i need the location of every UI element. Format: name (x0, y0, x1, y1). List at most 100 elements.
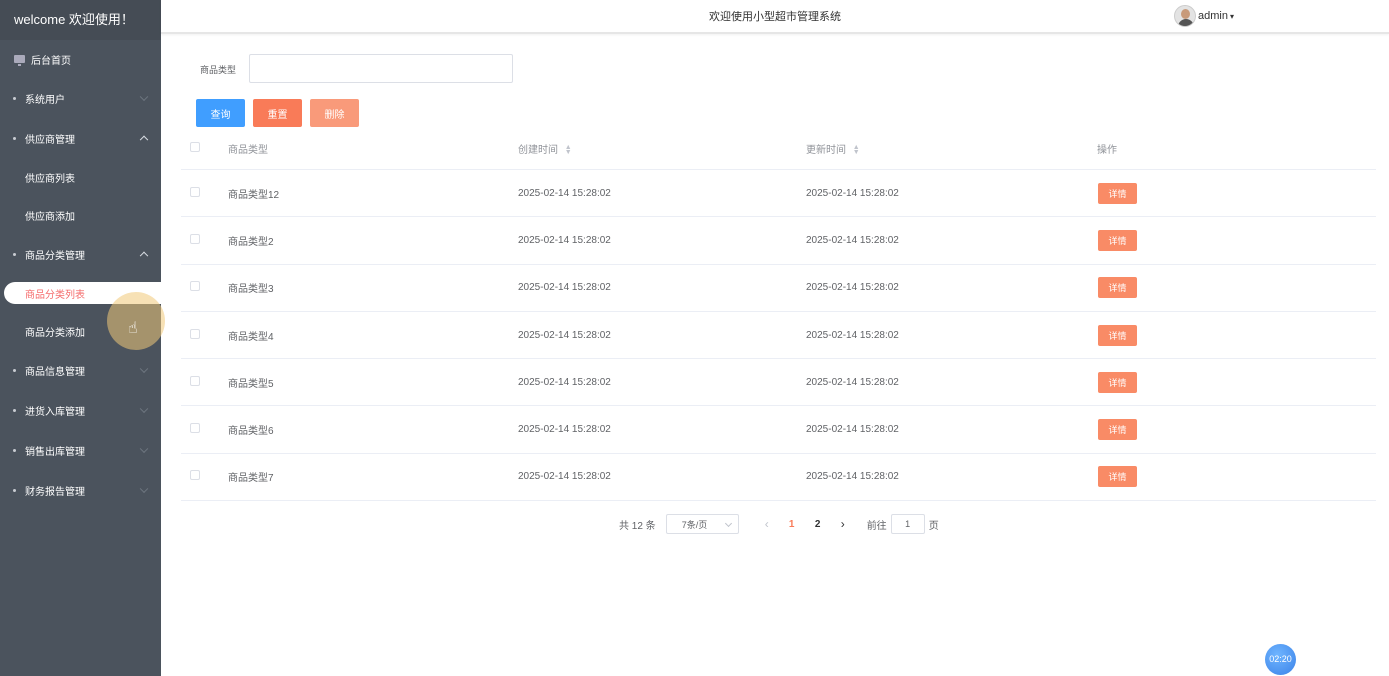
row-checkbox[interactable] (190, 470, 200, 481)
sidebar-item-label: 供应商管理 (25, 134, 75, 146)
bullet-icon (13, 408, 16, 412)
chevron-down-icon (724, 519, 732, 528)
username: admin (1198, 10, 1228, 22)
topbar: 欢迎使用小型超市管理系统 admin ▾ (161, 0, 1389, 34)
pagination: 共 12 条 7条/页 ‹ 1 2 › 前往 页 (619, 514, 939, 534)
goto-label: 前往 (866, 520, 887, 532)
chevron-up-icon (139, 135, 149, 145)
page-size-select[interactable]: 7条/页 (665, 514, 739, 534)
sort-icon[interactable]: ▲ ▼ (565, 144, 572, 156)
chevron-down-icon (139, 444, 149, 454)
cell-created: 2025-02-14 15:28:02 (518, 424, 611, 436)
query-button[interactable]: 查询 (196, 99, 245, 127)
select-all-checkbox[interactable] (190, 141, 200, 152)
sidebar-item-label: 财务报告管理 (25, 486, 85, 498)
cell-updated: 2025-02-14 15:28:02 (806, 376, 899, 388)
cell-updated: 2025-02-14 15:28:02 (806, 424, 899, 436)
chevron-down-icon (139, 92, 149, 102)
goto-page: 前往 页 (867, 514, 939, 534)
cell-created: 2025-02-14 15:28:02 (518, 329, 611, 341)
sidebar-item-label: 后台首页 (31, 55, 71, 67)
detail-button[interactable]: 详情 (1098, 229, 1137, 251)
hand-pointer-icon: ☝ (128, 320, 138, 337)
sidebar-item-label: 进货入库管理 (25, 406, 85, 418)
row-checkbox[interactable] (190, 233, 200, 244)
sidebar-group-system-users[interactable]: 系统用户 (0, 78, 161, 118)
row-checkbox[interactable] (190, 328, 200, 339)
detail-button[interactable]: 详情 (1098, 182, 1137, 204)
cell-created: 2025-02-14 15:28:02 (518, 187, 611, 199)
cell-name: 商品类型4 (228, 331, 274, 343)
sidebar-item-home[interactable]: 后台首页 (0, 40, 161, 78)
reset-button[interactable]: 重置 (253, 99, 302, 127)
chevron-down-icon (139, 404, 149, 414)
detail-button[interactable]: 详情 (1098, 324, 1137, 346)
cell-name: 商品类型6 (228, 426, 274, 438)
cell-created: 2025-02-14 15:28:02 (518, 282, 611, 294)
row-checkbox[interactable] (190, 281, 200, 292)
next-page-button[interactable]: › (831, 517, 855, 531)
monitor-icon (14, 55, 25, 66)
cell-name: 商品类型3 (228, 284, 274, 296)
delete-button[interactable]: 删除 (310, 99, 359, 127)
column-header-name: 商品类型 (228, 144, 268, 156)
cell-created: 2025-02-14 15:28:02 (518, 376, 611, 388)
sidebar-group-finance[interactable]: 财务报告管理 (0, 470, 161, 510)
sidebar-item-supplier-add[interactable]: 供应商添加 (0, 196, 161, 234)
sidebar-group-stock-in[interactable]: 进货入库管理 (0, 390, 161, 430)
cell-name: 商品类型5 (228, 378, 274, 390)
brand-title: welcome 欢迎使用！ (0, 0, 161, 40)
bullet-icon (13, 368, 16, 372)
prev-page-button[interactable]: ‹ (755, 517, 779, 531)
sidebar-item-label: 销售出库管理 (25, 446, 85, 458)
row-checkbox[interactable] (190, 186, 200, 197)
goto-suffix: 页 (928, 520, 939, 532)
table-row: 商品类型5 2025-02-14 15:28:02 2025-02-14 15:28… (181, 359, 1376, 407)
chevron-down-icon (139, 484, 149, 494)
chevron-up-icon (139, 251, 149, 261)
sidebar-group-sales-out[interactable]: 销售出库管理 (0, 430, 161, 470)
cell-updated: 2025-02-14 15:28:02 (806, 187, 899, 199)
bullet-icon (13, 136, 16, 140)
column-header-updated[interactable]: 更新时间 ▲ ▼ (806, 141, 1094, 156)
table-row: 商品类型7 2025-02-14 15:28:02 2025-02-14 15:28… (181, 454, 1376, 502)
timer-badge[interactable]: 02:20 (1265, 644, 1296, 675)
cell-name: 商品类型2 (228, 236, 274, 248)
detail-button[interactable]: 详情 (1098, 371, 1137, 393)
detail-button[interactable]: 详情 (1098, 277, 1137, 299)
sort-icon[interactable]: ▲ ▼ (853, 144, 860, 156)
sidebar-group-supplier[interactable]: 供应商管理 (0, 118, 161, 158)
row-checkbox[interactable] (190, 375, 200, 386)
bullet-icon (13, 96, 16, 100)
detail-button[interactable]: 详情 (1098, 466, 1137, 488)
sidebar-group-goods-info[interactable]: 商品信息管理 (0, 350, 161, 390)
cell-updated: 2025-02-14 15:28:02 (806, 282, 899, 294)
column-header-label: 更新时间 (806, 144, 846, 156)
column-header-created[interactable]: 创建时间 ▲ ▼ (518, 141, 806, 156)
goto-page-input[interactable] (890, 514, 925, 534)
table-row: 商品类型12 2025-02-14 15:28:02 2025-02-14 15:2… (181, 170, 1376, 218)
bullet-icon (13, 252, 16, 256)
table-row: 商品类型2 2025-02-14 15:28:02 2025-02-14 15:28… (181, 217, 1376, 265)
caret-down-icon: ▾ (1229, 11, 1234, 21)
bullet-icon (13, 488, 16, 492)
cell-updated: 2025-02-14 15:28:02 (806, 329, 899, 341)
page-number[interactable]: 1 (779, 519, 805, 530)
table-row: 商品类型6 2025-02-14 15:28:02 2025-02-14 15:28… (181, 406, 1376, 454)
table-row: 商品类型4 2025-02-14 15:28:02 2025-02-14 15:28… (181, 312, 1376, 360)
sidebar-item-supplier-list[interactable]: 供应商列表 (0, 158, 161, 196)
cell-created: 2025-02-14 15:28:02 (518, 234, 611, 246)
sidebar-item-label: 商品分类管理 (25, 250, 85, 262)
table-header: 商品类型 创建时间 ▲ ▼ 更新时间 ▲ ▼ 操作 (181, 127, 1376, 170)
sidebar-group-category[interactable]: 商品分类管理 (0, 234, 161, 274)
page-size-value: 7条/页 (681, 519, 708, 530)
bullet-icon (13, 448, 16, 452)
user-menu[interactable]: admin ▾ (1174, 5, 1234, 27)
detail-button[interactable]: 详情 (1098, 419, 1137, 441)
sidebar-item-label: 商品信息管理 (25, 366, 85, 378)
column-header-ops: 操作 (1097, 144, 1117, 156)
search-label: 商品类型 (200, 65, 237, 75)
row-checkbox[interactable] (190, 423, 200, 434)
page-number[interactable]: 2 (805, 519, 831, 530)
category-search-input[interactable] (249, 54, 513, 83)
